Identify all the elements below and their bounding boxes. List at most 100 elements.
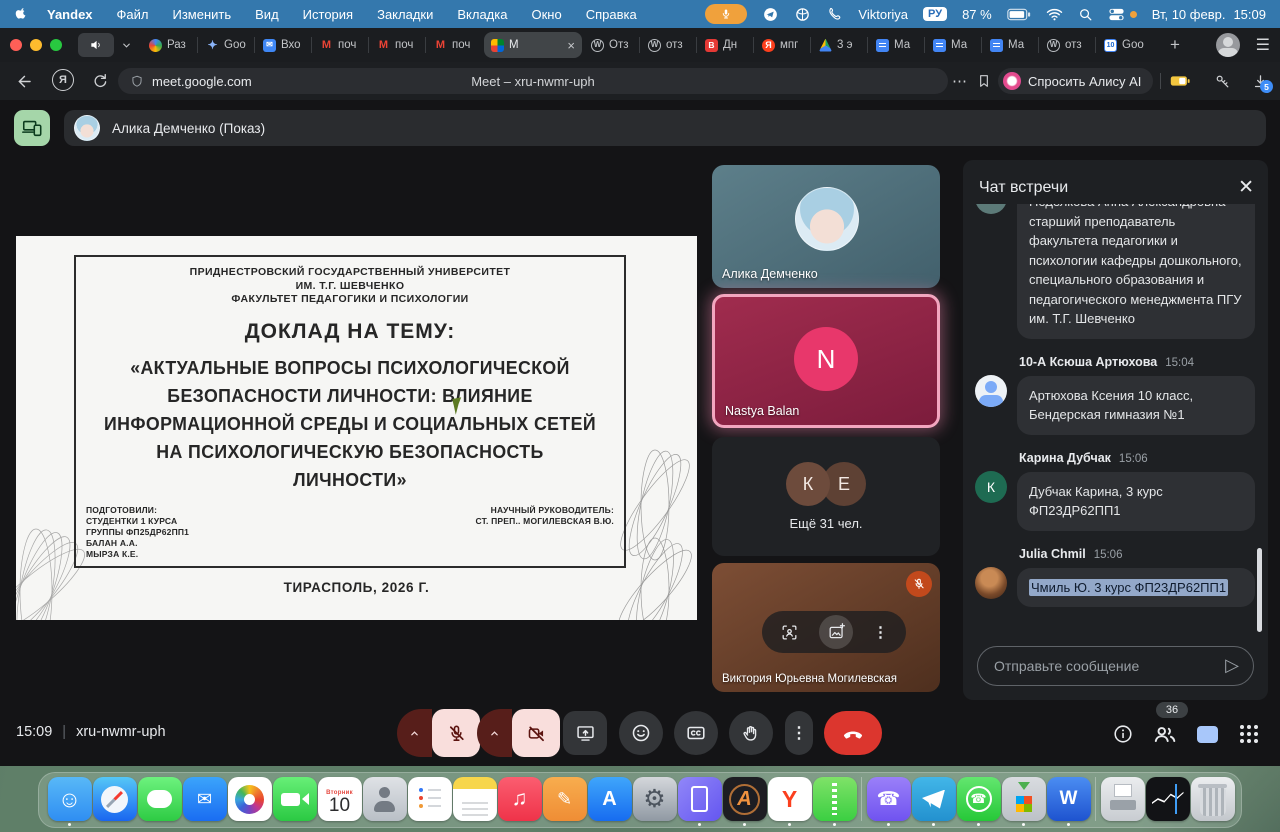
tile-more-participants[interactable]: К Е Ещё 31 чел. (712, 437, 940, 556)
alice-button[interactable]: Спросить Алису AI (998, 68, 1153, 94)
dock-messages[interactable] (137, 777, 182, 826)
dock-photos[interactable] (227, 777, 272, 826)
present-button[interactable] (563, 711, 607, 755)
apple-icon[interactable] (14, 6, 29, 23)
dock-safari[interactable] (92, 777, 137, 826)
tab-docs-2[interactable]: Ма (926, 32, 981, 58)
dock-mail[interactable]: ✉ (182, 777, 227, 826)
camera-off-button[interactable] (512, 709, 560, 757)
dock-whatsapp[interactable]: ☎ (956, 777, 1001, 826)
mic-active-indicator[interactable] (705, 4, 747, 24)
tab-gmail-3[interactable]: Mпоч (427, 32, 482, 58)
tab-gmail-2[interactable]: Mпоч (370, 32, 425, 58)
dock-trash[interactable] (1190, 777, 1235, 826)
tab-wordpress-1[interactable]: WОтз (584, 32, 639, 58)
menubar-clock[interactable]: Вт, 10 февр. 15:09 (1152, 7, 1266, 22)
dock-ms-office-installer[interactable] (1001, 777, 1046, 826)
bookmark-icon[interactable] (972, 69, 996, 93)
dock-music[interactable]: ♫ (497, 777, 542, 826)
menu-item-3[interactable]: Вид (255, 7, 279, 22)
tab-gmail-1[interactable]: Mпоч (313, 32, 368, 58)
window-close-button[interactable] (10, 39, 22, 51)
tile-nastya-balan[interactable]: N Nastya Balan (712, 294, 940, 428)
tile-alika-demchenko[interactable]: Алика Демченко (712, 165, 940, 288)
language-badge[interactable]: РУ (923, 7, 947, 21)
wifi-icon[interactable] (1046, 7, 1063, 21)
tab-dnevnik[interactable]: ВДн (698, 32, 753, 58)
viber-status-icon[interactable] (826, 6, 843, 23)
dock-yandex-browser[interactable]: Y (767, 777, 812, 826)
browser-status-icon[interactable] (794, 6, 811, 23)
tile-viktoria-mogilevskaya[interactable]: ⋮ Виктория Юрьевна Могилевская (712, 563, 940, 692)
more-actions-icon[interactable]: ⋯ (948, 69, 972, 93)
tab-audio-indicator[interactable] (78, 33, 114, 57)
dock-notes[interactable] (452, 777, 497, 826)
downloads-icon[interactable]: 5 (1248, 69, 1272, 93)
dock-archiver[interactable] (812, 777, 857, 826)
tab-docs-3[interactable]: Ма (983, 32, 1038, 58)
browser-profile-avatar[interactable] (1216, 33, 1240, 57)
menu-item-7[interactable]: Окно (531, 7, 561, 22)
focus-participant-icon[interactable] (780, 623, 799, 642)
mic-options-chevron[interactable] (397, 709, 432, 757)
tab-gcal[interactable]: 10Goo (1097, 32, 1152, 58)
captions-button[interactable] (674, 711, 718, 755)
address-bar[interactable]: meet.google.com Meet – xru-nwmr-uph (118, 68, 948, 94)
menu-item-4[interactable]: История (303, 7, 353, 22)
tab-docs-1[interactable]: Ма (869, 32, 924, 58)
menu-item-2[interactable]: Изменить (173, 7, 232, 22)
telegram-status-icon[interactable] (762, 6, 779, 23)
camera-options-chevron[interactable] (477, 709, 512, 757)
pin-tile-icon[interactable] (819, 615, 853, 649)
chat-close-icon[interactable]: ✕ (1238, 176, 1254, 199)
chat-scrollbar[interactable] (1257, 548, 1262, 632)
tab-razgovor[interactable]: Раз (142, 32, 197, 58)
tab-drive[interactable]: 3 э (812, 32, 867, 58)
menu-item-1[interactable]: Файл (117, 7, 149, 22)
tab-yandex[interactable]: Ямпг (755, 32, 810, 58)
window-zoom-button[interactable] (50, 39, 62, 51)
raise-hand-button[interactable] (729, 711, 773, 755)
chat-input[interactable] (992, 657, 1225, 675)
new-tab-button[interactable]: + (1162, 32, 1188, 58)
presenter-banner[interactable]: Алика Демченко (Показ) (64, 110, 1266, 146)
dock-iphone-mirroring[interactable] (677, 777, 722, 826)
reload-button[interactable] (88, 69, 112, 93)
participants-icon[interactable] (1148, 719, 1182, 749)
audio-dropdown-chevron[interactable] (116, 33, 136, 57)
send-message-icon[interactable]: ▷ (1225, 655, 1239, 676)
menu-app[interactable]: Yandex (47, 7, 93, 22)
dock-pages[interactable]: ✎ (542, 777, 587, 826)
tab-close-icon[interactable]: × (565, 38, 575, 53)
emoji-reactions-button[interactable] (619, 711, 663, 755)
control-center-icon[interactable] (1108, 7, 1137, 22)
more-options-button[interactable]: ⋮ (785, 711, 813, 755)
menu-item-5[interactable]: Закладки (377, 7, 433, 22)
chat-toggle-icon[interactable] (1190, 719, 1224, 749)
dock-stocks[interactable] (1145, 777, 1190, 826)
chat-messages[interactable]: Н Неделкова Анна Александровна старший п… (975, 204, 1258, 628)
dock-facetime[interactable] (272, 777, 317, 826)
browser-menu-icon[interactable]: ☰ (1256, 35, 1270, 55)
passwords-key-icon[interactable] (1210, 69, 1234, 93)
dock-reminders[interactable] (407, 777, 452, 826)
menu-item-6[interactable]: Вкладка (457, 7, 507, 22)
dock-contacts[interactable] (362, 777, 407, 826)
window-minimize-button[interactable] (30, 39, 42, 51)
tile-more-options-icon[interactable]: ⋮ (873, 623, 888, 641)
tab-inbox[interactable]: ✉Вхо (256, 32, 311, 58)
tab-wordpress-2[interactable]: Wотз (641, 32, 696, 58)
dock-printer[interactable] (1100, 777, 1145, 826)
tab-meet[interactable]: М× (484, 32, 582, 58)
dock-telegram[interactable] (911, 777, 956, 826)
battery-extension-icon[interactable] (1168, 69, 1192, 93)
dock-calendar[interactable]: Вторник10 (317, 777, 362, 826)
tab-gemini[interactable]: ✦Goo (199, 32, 254, 58)
yandex-home-button[interactable]: Я (52, 69, 74, 91)
dock-viber[interactable]: ☎ (866, 777, 911, 826)
activities-grid-icon[interactable] (1232, 719, 1266, 749)
search-icon[interactable] (1078, 7, 1093, 22)
meeting-details-icon[interactable] (1106, 719, 1140, 749)
mic-off-button[interactable] (432, 709, 480, 757)
dock-settings[interactable]: ⚙ (632, 777, 677, 826)
